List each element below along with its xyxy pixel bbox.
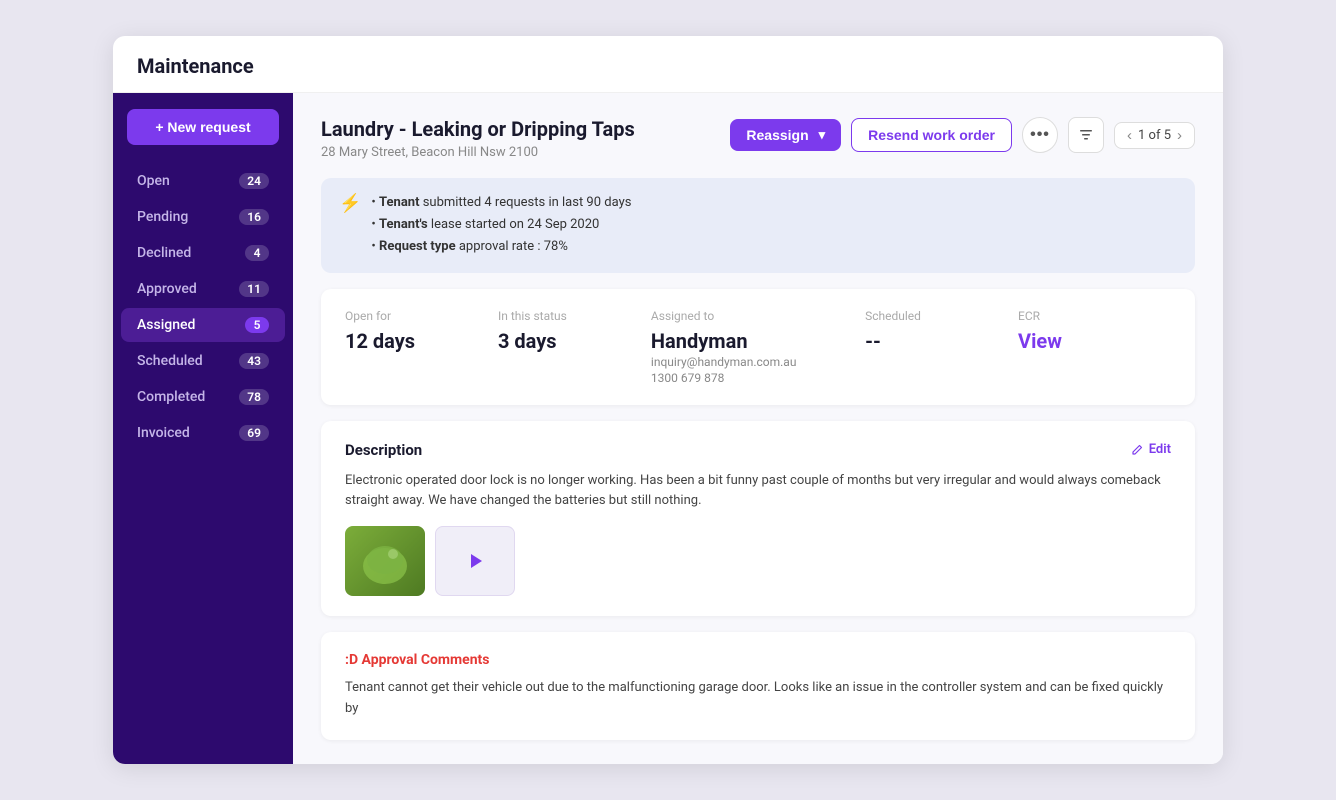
- filter-button[interactable]: [1068, 117, 1104, 153]
- info-line-2: • Tenant's lease started on 24 Sep 2020: [371, 214, 631, 236]
- pagination: ‹ 1 of 5 ›: [1114, 122, 1195, 149]
- sidebar-item-label: Scheduled: [137, 353, 239, 369]
- pagination-prev-button[interactable]: ‹: [1125, 127, 1134, 144]
- sidebar-item-label: Declined: [137, 245, 245, 261]
- play-button[interactable]: [461, 547, 489, 575]
- page-header: Laundry - Leaking or Dripping Taps 28 Ma…: [321, 117, 1195, 160]
- ecr-label: ECR: [1018, 309, 1171, 323]
- sidebar-item-label: Approved: [137, 281, 239, 297]
- info-line-1: • Tenant submitted 4 requests in last 90…: [371, 192, 631, 214]
- sidebar-badge-completed: 78: [239, 389, 269, 405]
- open-for-label: Open for: [345, 309, 498, 323]
- app-container: Maintenance + New request Open 24 Pendin…: [113, 36, 1223, 763]
- sidebar-badge-open: 24: [239, 173, 269, 189]
- assigned-to-email: inquiry@handyman.com.au: [651, 355, 865, 369]
- sidebar-item-declined[interactable]: Declined 4: [121, 236, 285, 270]
- sidebar-badge-assigned: 5: [245, 317, 269, 333]
- status-card: Open for 12 days In this status 3 days A…: [321, 289, 1195, 405]
- sidebar-item-scheduled[interactable]: Scheduled 43: [121, 344, 285, 378]
- filter-icon: [1078, 127, 1094, 143]
- sidebar-item-label: Assigned: [137, 317, 245, 333]
- scheduled-label: Scheduled: [865, 309, 1018, 323]
- main-content: Laundry - Leaking or Dripping Taps 28 Ma…: [293, 93, 1223, 763]
- info-banner: ⚡ • Tenant submitted 4 requests in last …: [321, 178, 1195, 272]
- pagination-text: 1 of 5: [1138, 128, 1171, 143]
- page-main-title: Laundry - Leaking or Dripping Taps: [321, 117, 635, 141]
- media-image-thumb[interactable]: [345, 526, 425, 596]
- page-address: 28 Mary Street, Beacon Hill Nsw 2100: [321, 145, 635, 160]
- status-in-status: In this status 3 days: [498, 309, 651, 385]
- sidebar-item-label: Open: [137, 173, 239, 189]
- sidebar-item-open[interactable]: Open 24: [121, 164, 285, 198]
- description-body: Electronic operated door lock is no long…: [345, 471, 1171, 513]
- description-header: Description Edit: [345, 441, 1171, 459]
- image-icon: [355, 536, 415, 586]
- page-header-actions: Reassign Resend work order ••• ‹: [730, 117, 1195, 153]
- status-ecr: ECR View: [1018, 309, 1171, 385]
- sidebar-badge-scheduled: 43: [239, 353, 269, 369]
- sidebar-item-pending[interactable]: Pending 16: [121, 200, 285, 234]
- description-title: Description: [345, 441, 422, 459]
- sidebar-badge-invoiced: 69: [239, 425, 269, 441]
- new-request-button[interactable]: + New request: [127, 109, 279, 145]
- approval-title: :D Approval Comments: [345, 652, 1171, 668]
- info-banner-text: • Tenant submitted 4 requests in last 90…: [371, 192, 631, 258]
- status-assigned-to: Assigned to Handyman inquiry@handyman.co…: [651, 309, 865, 385]
- page-header-left: Laundry - Leaking or Dripping Taps 28 Ma…: [321, 117, 635, 160]
- open-for-value: 12 days: [345, 329, 498, 353]
- media-video-thumb[interactable]: [435, 526, 515, 596]
- status-open-for: Open for 12 days: [345, 309, 498, 385]
- more-options-button[interactable]: •••: [1022, 117, 1058, 153]
- app-title: Maintenance: [137, 54, 254, 78]
- sidebar-item-approved[interactable]: Approved 11: [121, 272, 285, 306]
- edit-button[interactable]: Edit: [1130, 442, 1171, 457]
- play-icon-svg: [464, 550, 486, 572]
- app-header: Maintenance: [113, 36, 1223, 93]
- sidebar-item-label: Invoiced: [137, 425, 239, 441]
- approval-card: :D Approval Comments Tenant cannot get t…: [321, 632, 1195, 740]
- ellipsis-icon: •••: [1030, 126, 1050, 144]
- sidebar-badge-pending: 16: [239, 209, 269, 225]
- resend-work-order-button[interactable]: Resend work order: [851, 118, 1012, 152]
- sidebar-item-label: Pending: [137, 209, 239, 225]
- description-media: [345, 526, 1171, 596]
- sidebar-item-label: Completed: [137, 389, 239, 405]
- info-line-3: • Request type approval rate : 78%: [371, 236, 631, 258]
- sidebar-item-invoiced[interactable]: Invoiced 69: [121, 416, 285, 450]
- in-status-label: In this status: [498, 309, 651, 323]
- in-status-value: 3 days: [498, 329, 651, 353]
- assigned-to-value: Handyman: [651, 329, 865, 353]
- sidebar: + New request Open 24 Pending 16 Decline…: [113, 93, 293, 763]
- edit-icon: [1130, 443, 1144, 457]
- reassign-button[interactable]: Reassign: [730, 119, 841, 151]
- status-scheduled: Scheduled --: [865, 309, 1018, 385]
- pagination-next-button[interactable]: ›: [1175, 127, 1184, 144]
- sidebar-badge-declined: 4: [245, 245, 269, 261]
- lightning-icon: ⚡: [339, 193, 361, 214]
- sidebar-item-completed[interactable]: Completed 78: [121, 380, 285, 414]
- ecr-view-link[interactable]: View: [1018, 329, 1062, 353]
- sidebar-item-assigned[interactable]: Assigned 5: [121, 308, 285, 342]
- assigned-to-label: Assigned to: [651, 309, 865, 323]
- sidebar-badge-approved: 11: [239, 281, 269, 297]
- scheduled-value: --: [865, 329, 1018, 353]
- status-grid: Open for 12 days In this status 3 days A…: [345, 309, 1171, 385]
- description-card: Description Edit Electronic operated doo…: [321, 421, 1195, 617]
- assigned-to-phone: 1300 679 878: [651, 371, 865, 385]
- app-body: + New request Open 24 Pending 16 Decline…: [113, 93, 1223, 763]
- approval-body: Tenant cannot get their vehicle out due …: [345, 678, 1171, 720]
